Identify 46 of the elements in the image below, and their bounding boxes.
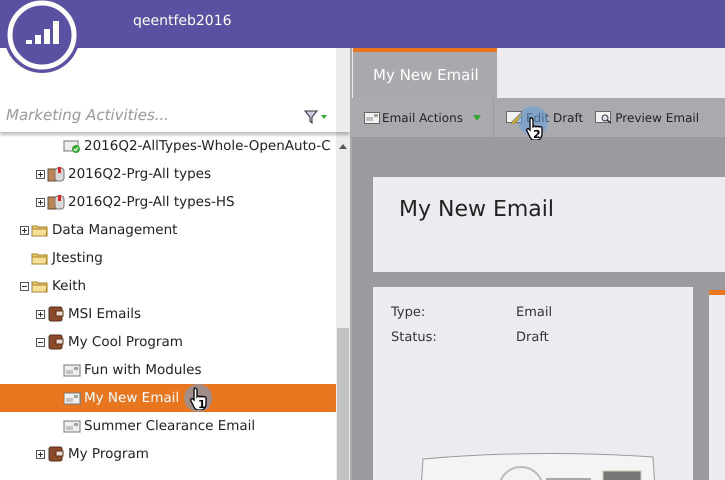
scrollbar[interactable] <box>336 132 350 480</box>
tree-item[interactable]: Fun with Modules <box>0 356 336 384</box>
expand-icon[interactable] <box>36 310 45 318</box>
filter-icon[interactable] <box>304 110 328 124</box>
folder-icon <box>31 279 49 293</box>
tree-item[interactable]: Summer Clearance Email <box>0 412 336 440</box>
mailbox-icon <box>47 194 65 210</box>
email-icon <box>364 112 380 124</box>
approved-email-icon <box>63 139 81 153</box>
tree-item[interactable]: Data Management <box>0 216 336 244</box>
folder-icon <box>31 223 49 237</box>
email-title: My New Email <box>399 197 554 222</box>
account-name: qeentfeb2016 <box>133 13 232 29</box>
scroll-up-icon[interactable] <box>339 144 347 149</box>
mailbox-icon <box>47 166 65 182</box>
magnifier-email-icon <box>595 111 614 124</box>
tree-item[interactable]: My Program <box>0 440 336 468</box>
expand-icon[interactable] <box>36 170 45 178</box>
collapse-icon[interactable] <box>36 338 45 346</box>
tree-item[interactable]: Jtesting <box>0 244 336 272</box>
tree-item[interactable]: 2016Q2-Prg-All types <box>0 160 336 188</box>
expand-icon[interactable] <box>20 226 29 234</box>
caret-icon <box>472 114 481 120</box>
program-icon <box>47 334 65 350</box>
email-icon <box>63 391 81 405</box>
tree-item[interactable]: Keith <box>0 272 336 300</box>
click-marker: 1 <box>184 384 212 412</box>
program-icon <box>47 306 65 322</box>
program-icon <box>47 446 65 462</box>
toolbar-button[interactable]: Preview Email <box>583 98 700 137</box>
expand-icon[interactable] <box>36 198 45 206</box>
tree-item[interactable]: My Cool Program <box>0 328 336 356</box>
email-icon <box>63 363 81 377</box>
collapse-icon[interactable] <box>20 282 29 290</box>
expand-icon[interactable] <box>36 450 45 458</box>
tree-item[interactable]: MSI Emails <box>0 300 336 328</box>
tree-item[interactable]: 2016Q2-Prg-All types-HS <box>0 188 336 216</box>
detail-label: Type: <box>391 305 426 320</box>
tree-item[interactable]: 2016Q2-AllTypes-Whole-OpenAuto-C <box>0 132 336 160</box>
folder-icon <box>31 251 49 265</box>
email-icon <box>63 419 81 433</box>
detail-label: Status: <box>391 330 438 345</box>
detail-value: Email <box>516 305 554 320</box>
detail-value: Draft <box>516 330 550 345</box>
toolbar-button[interactable]: Email Actions <box>352 98 494 137</box>
search-field[interactable]: Marketing Activities... <box>6 106 304 124</box>
